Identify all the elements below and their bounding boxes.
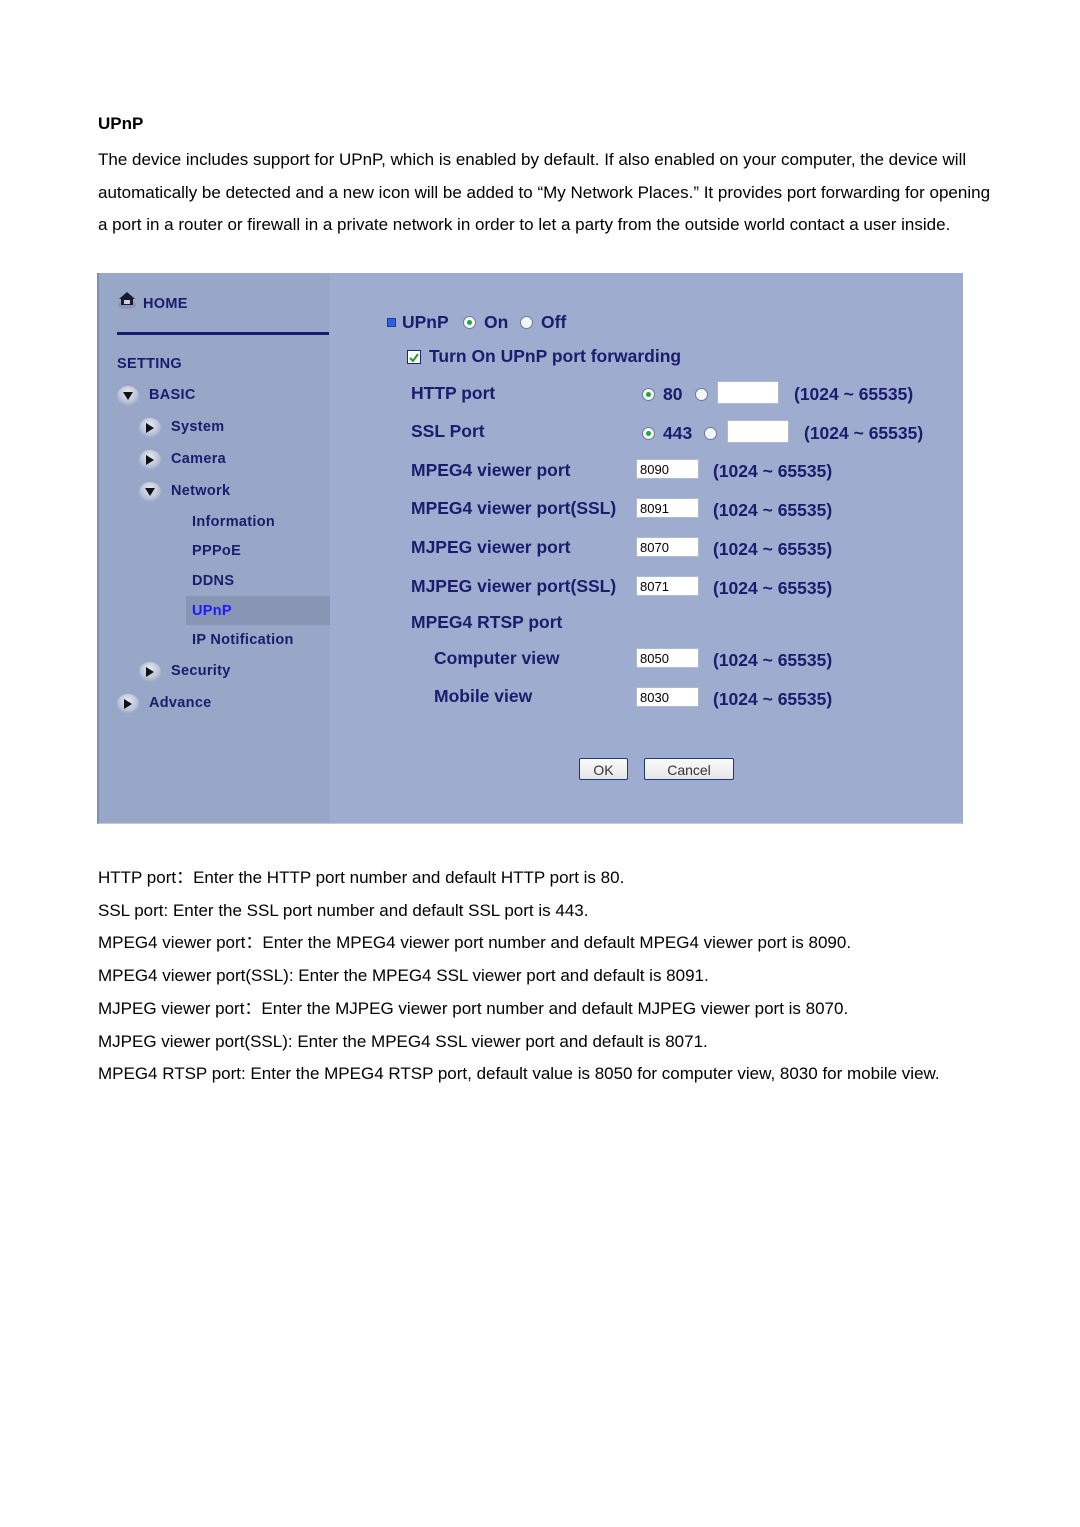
mjpeg-viewer-input[interactable] bbox=[636, 537, 699, 557]
http-default-radio[interactable] bbox=[642, 388, 655, 401]
chevron-right-icon[interactable] bbox=[139, 662, 161, 682]
desc-mpeg4-viewer-port: MPEG4 viewer port：Enter the MPEG4 viewer… bbox=[98, 933, 852, 953]
section-heading: UPnP bbox=[98, 114, 144, 133]
mjpeg-viewer-label: MJPEG viewer port bbox=[411, 537, 571, 557]
http-default-value: 80 bbox=[663, 384, 683, 404]
desc-ssl-port: SSL port: Enter the SSL port number and … bbox=[98, 900, 589, 920]
computer-view-input[interactable] bbox=[636, 648, 699, 668]
nav-pppoe[interactable]: PPPoE bbox=[192, 543, 241, 559]
ok-button[interactable]: OK bbox=[579, 758, 628, 780]
mpeg4-viewer-ssl-range: (1024 ~ 65535) bbox=[713, 500, 833, 520]
port-forwarding-label: Turn On UPnP port forwarding bbox=[429, 346, 682, 366]
cancel-button[interactable]: Cancel bbox=[644, 758, 734, 780]
http-custom-input[interactable] bbox=[717, 381, 779, 404]
bullet-icon bbox=[387, 318, 396, 327]
chevron-right-icon[interactable] bbox=[139, 418, 161, 438]
intro-text: The device includes support for UPnP, wh… bbox=[98, 150, 991, 235]
mjpeg-viewer-range: (1024 ~ 65535) bbox=[713, 539, 833, 559]
ssl-port-label: SSL Port bbox=[411, 421, 485, 441]
computer-view-range: (1024 ~ 65535) bbox=[713, 650, 833, 670]
mpeg4-viewer-input[interactable] bbox=[636, 459, 699, 479]
mjpeg-viewer-ssl-label: MJPEG viewer port(SSL) bbox=[411, 576, 617, 596]
ssl-custom-input[interactable] bbox=[727, 420, 789, 443]
mobile-view-label: Mobile view bbox=[434, 686, 533, 706]
sidebar-divider bbox=[117, 332, 329, 335]
nav-setting-heading: SETTING bbox=[117, 356, 182, 372]
upnp-off-label: Off bbox=[541, 312, 567, 332]
computer-view-label: Computer view bbox=[434, 648, 560, 668]
nav-upnp[interactable]: UPnP bbox=[192, 603, 232, 619]
ssl-range: (1024 ~ 65535) bbox=[804, 423, 924, 443]
http-port-label: HTTP port bbox=[411, 383, 496, 403]
mobile-view-range: (1024 ~ 65535) bbox=[713, 689, 833, 709]
nav-basic[interactable]: BASIC bbox=[149, 387, 196, 403]
desc-mjpeg-viewer-port: MJPEG viewer port：Enter the MJPEG viewer… bbox=[98, 998, 849, 1018]
chevron-right-icon[interactable] bbox=[139, 450, 161, 470]
home-icon bbox=[118, 292, 136, 309]
nav-advance[interactable]: Advance bbox=[149, 695, 212, 711]
mobile-view-input[interactable] bbox=[636, 687, 699, 707]
chevron-down-icon[interactable] bbox=[117, 386, 139, 406]
mpeg4-viewer-label: MPEG4 viewer port bbox=[411, 460, 571, 480]
field-descriptions: HTTP port：Enter the HTTP port number and… bbox=[98, 862, 1003, 1091]
nav-camera[interactable]: Camera bbox=[171, 451, 226, 467]
upnp-on-radio[interactable] bbox=[463, 316, 476, 329]
checkmark-icon bbox=[409, 353, 419, 363]
port-forwarding-checkbox[interactable] bbox=[407, 350, 421, 364]
upnp-label: UPnP bbox=[402, 312, 449, 332]
upnp-on-label: On bbox=[484, 312, 509, 332]
intro-paragraph: The device includes support for UPnP, wh… bbox=[98, 144, 1003, 242]
rtsp-port-label: MPEG4 RTSP port bbox=[411, 612, 563, 632]
nav-security[interactable]: Security bbox=[171, 663, 231, 679]
desc-mpeg4-viewer-ssl-port: MPEG4 viewer port(SSL): Enter the MPEG4 … bbox=[98, 966, 709, 986]
nav-network[interactable]: Network bbox=[171, 483, 230, 499]
upnp-form: UPnP On Off Turn On UPnP port forwarding… bbox=[330, 273, 963, 823]
chevron-down-icon[interactable] bbox=[139, 482, 161, 502]
desc-mjpeg-viewer-ssl-port: MJPEG viewer port(SSL): Enter the MPEG4 … bbox=[98, 1031, 708, 1051]
mjpeg-viewer-ssl-range: (1024 ~ 65535) bbox=[713, 578, 833, 598]
sidebar: HOME SETTING BASIC System Camera Network… bbox=[99, 273, 330, 823]
upnp-off-radio[interactable] bbox=[520, 316, 533, 329]
ssl-default-radio[interactable] bbox=[642, 427, 655, 440]
mpeg4-viewer-range: (1024 ~ 65535) bbox=[713, 461, 833, 481]
desc-http-port: HTTP port：Enter the HTTP port number and… bbox=[98, 868, 625, 887]
http-range: (1024 ~ 65535) bbox=[794, 384, 914, 404]
chevron-right-icon[interactable] bbox=[117, 694, 139, 714]
mpeg4-viewer-ssl-input[interactable] bbox=[636, 498, 699, 518]
nav-home[interactable]: HOME bbox=[143, 296, 188, 312]
mjpeg-viewer-ssl-input[interactable] bbox=[636, 576, 699, 596]
upnp-settings-screenshot: HOME SETTING BASIC System Camera Network… bbox=[97, 273, 963, 824]
nav-ip-notification[interactable]: IP Notification bbox=[192, 632, 294, 648]
mpeg4-viewer-ssl-label: MPEG4 viewer port(SSL) bbox=[411, 498, 617, 518]
ssl-default-value: 443 bbox=[663, 423, 693, 443]
http-custom-radio[interactable] bbox=[695, 388, 708, 401]
desc-rtsp-port: MPEG4 RTSP port: Enter the MPEG4 RTSP po… bbox=[98, 1064, 940, 1084]
nav-information[interactable]: Information bbox=[192, 514, 275, 530]
ssl-custom-radio[interactable] bbox=[704, 427, 717, 440]
nav-system[interactable]: System bbox=[171, 419, 224, 435]
nav-ddns[interactable]: DDNS bbox=[192, 573, 234, 589]
